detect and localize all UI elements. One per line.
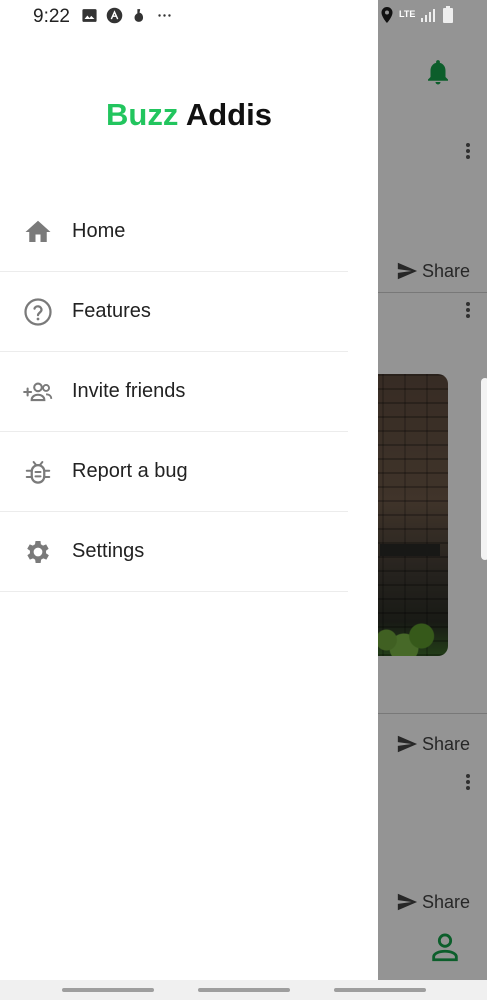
status-time: 9:22 [33, 6, 70, 27]
signal-icon [421, 8, 436, 22]
menu-label: Home [72, 220, 126, 242]
menu-label: Settings [72, 540, 145, 562]
app-title: Buzz Addis [0, 97, 378, 133]
more-dots-icon [158, 14, 171, 17]
nav-back-pill[interactable] [62, 988, 154, 992]
menu-item-report-bug[interactable]: Report a bug [0, 432, 348, 512]
status-bar: 9:22 LTE [0, 0, 487, 34]
drawer-menu: Home Features Invite friends Report a bu… [0, 192, 348, 592]
gear-icon [22, 536, 54, 568]
drink-icon [134, 9, 144, 22]
app-a-icon [106, 7, 123, 24]
nav-home-pill[interactable] [198, 988, 290, 992]
menu-label: Report a bug [72, 460, 188, 482]
edge-panel-handle[interactable] [481, 378, 487, 560]
menu-label: Invite friends [72, 380, 186, 402]
battery-icon [443, 6, 454, 23]
location-icon [381, 6, 393, 23]
menu-item-home[interactable]: Home [0, 192, 348, 272]
system-icons: LTE [381, 6, 454, 23]
image-icon [82, 9, 97, 22]
menu-item-invite-friends[interactable]: Invite friends [0, 352, 348, 432]
app-title-part1: Buzz [106, 97, 179, 132]
menu-label: Features [72, 300, 151, 322]
bug-icon [22, 456, 54, 488]
lte-icon: LTE [399, 9, 416, 19]
home-icon [22, 216, 54, 248]
add-people-icon [22, 376, 54, 408]
help-circle-icon [22, 296, 54, 328]
menu-item-settings[interactable]: Settings [0, 512, 348, 592]
menu-item-features[interactable]: Features [0, 272, 348, 352]
navigation-drawer: Buzz Addis Home Features Invite friends … [0, 0, 378, 980]
notification-icons [81, 7, 173, 24]
nav-recent-pill[interactable] [334, 988, 426, 992]
app-title-part2: Addis [185, 97, 272, 132]
system-navigation-bar [0, 980, 487, 1000]
